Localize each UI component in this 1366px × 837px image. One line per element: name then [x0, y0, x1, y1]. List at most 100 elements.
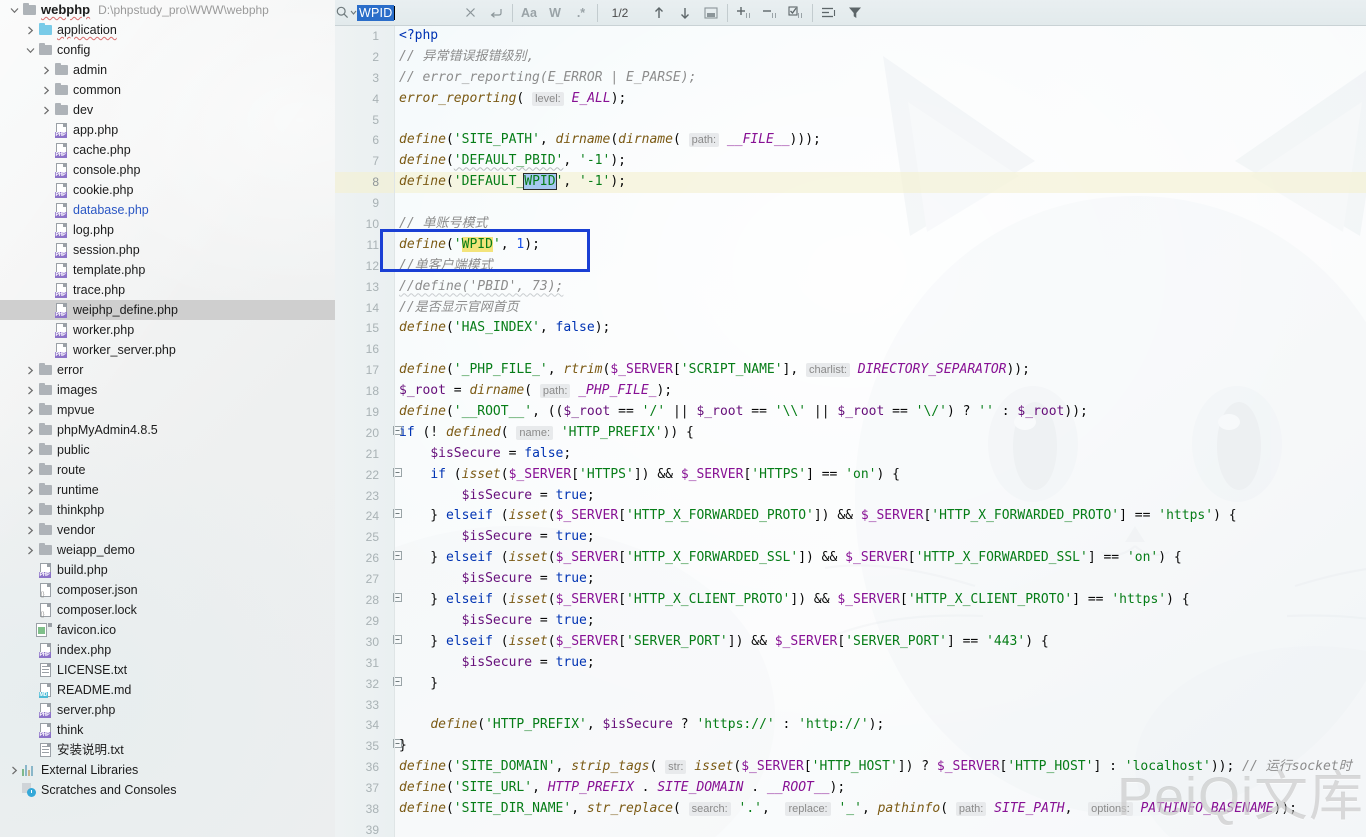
line-number[interactable]: 34 — [335, 715, 379, 736]
code-line[interactable]: 29 $isSecure = true; — [335, 611, 1366, 632]
chevron-down-icon[interactable] — [24, 40, 36, 60]
tree-file-item[interactable]: External Libraries — [0, 760, 335, 780]
tree-file-item[interactable]: {} composer.json — [0, 580, 335, 600]
code-line[interactable]: 5 — [335, 110, 1366, 131]
line-number[interactable]: 22 — [335, 465, 379, 486]
code-line[interactable]: 1 <?php — [335, 26, 1366, 47]
new-line-icon[interactable] — [816, 0, 842, 25]
line-number[interactable]: 4 — [335, 89, 379, 110]
code-line[interactable]: 16 — [335, 339, 1366, 360]
tree-file-item[interactable]: Scratches and Consoles — [0, 780, 335, 800]
tree-file-item[interactable]: {} composer.lock — [0, 600, 335, 620]
line-number[interactable]: 24 — [335, 506, 379, 527]
line-number[interactable]: 10 — [335, 214, 379, 235]
line-number[interactable]: 26 — [335, 548, 379, 569]
tree-folder-item[interactable]: webphp D:\phpstudy_pro\WWW\webphp — [0, 0, 335, 20]
line-number[interactable]: 19 — [335, 402, 379, 423]
tree-file-item[interactable]: PHP console.php — [0, 160, 335, 180]
code-line[interactable]: 14 //是否显示官网首页 — [335, 298, 1366, 319]
line-number[interactable]: 39 — [335, 820, 379, 837]
chevron-right-icon[interactable] — [24, 520, 36, 540]
chevron-right-icon[interactable] — [40, 80, 52, 100]
line-number[interactable]: 6 — [335, 130, 379, 151]
chevron-down-icon[interactable] — [8, 0, 20, 20]
search-icon[interactable] — [335, 6, 357, 19]
line-number[interactable]: 20 — [335, 423, 379, 444]
code-line[interactable]: 32 } — [335, 674, 1366, 695]
code-line[interactable]: 34 define('HTTP_PREFIX', $isSecure ? 'ht… — [335, 715, 1366, 736]
code-line[interactable]: 8 define('DEFAULT_WPID', '-1'); — [335, 172, 1366, 194]
line-number[interactable]: 8 — [335, 172, 379, 193]
line-number[interactable]: 17 — [335, 360, 379, 381]
code-line[interactable]: 7 define('DEFAULT_PBID', '-1'); — [335, 151, 1366, 172]
tree-file-item[interactable]: PHP index.php — [0, 640, 335, 660]
code-line[interactable]: 22 if (isset($_SERVER['HTTPS']) && $_SER… — [335, 465, 1366, 486]
code-line[interactable]: 10 // 单账号模式 — [335, 214, 1366, 235]
tree-file-item[interactable]: PHP build.php — [0, 560, 335, 580]
code-line[interactable]: 11 define('WPID', 1); — [335, 235, 1366, 256]
whole-words-toggle[interactable]: W — [542, 0, 568, 25]
line-number[interactable]: 18 — [335, 381, 379, 402]
tree-folder-item[interactable]: admin — [0, 60, 335, 80]
chevron-right-icon[interactable] — [24, 500, 36, 520]
tree-file-item[interactable]: PHP trace.php — [0, 280, 335, 300]
tree-folder-item[interactable]: weiapp_demo — [0, 540, 335, 560]
line-number[interactable]: 37 — [335, 778, 379, 799]
line-number[interactable]: 7 — [335, 151, 379, 172]
regex-toggle[interactable]: .* — [568, 0, 594, 25]
select-lines-icon[interactable] — [783, 0, 809, 25]
code-line[interactable]: 12 //单客户端模式 — [335, 256, 1366, 277]
code-line[interactable]: 20 if (! defined( name: 'HTTP_PREFIX')) { — [335, 423, 1366, 444]
tree-folder-item[interactable]: config — [0, 40, 335, 60]
code-line[interactable]: 6 define('SITE_PATH', dirname(dirname( pa… — [335, 130, 1366, 151]
code-line[interactable]: 27 $isSecure = true; — [335, 569, 1366, 590]
code-line[interactable]: 23 $isSecure = true; — [335, 486, 1366, 507]
code-line[interactable]: 30 } elseif (isset($_SERVER['SERVER_PORT… — [335, 632, 1366, 653]
code-line[interactable]: 2 // 异常错误报错级别, — [335, 47, 1366, 68]
arrow-up-icon[interactable] — [646, 0, 672, 25]
tree-file-item[interactable]: PHP template.php — [0, 260, 335, 280]
tree-file-item[interactable]: PHP weiphp_define.php — [0, 300, 335, 320]
code-line[interactable]: 31 $isSecure = true; — [335, 653, 1366, 674]
code-line[interactable]: 35} — [335, 736, 1366, 757]
enter-arrow-icon[interactable] — [483, 0, 509, 25]
chevron-right-icon[interactable] — [24, 20, 36, 40]
line-number[interactable]: 2 — [335, 47, 379, 68]
search-input[interactable]: WPID — [357, 0, 457, 25]
code-lines[interactable]: 1 <?php 2 // 异常错误报错级别, 3 // error_reporting(E… — [335, 26, 1366, 837]
tree-file-item[interactable]: PHP cache.php — [0, 140, 335, 160]
arrow-down-icon[interactable] — [672, 0, 698, 25]
code-line[interactable]: 17 define('_PHP_FILE_', rtrim($_SERVER['S… — [335, 360, 1366, 381]
line-number[interactable]: 25 — [335, 527, 379, 548]
chevron-right-icon[interactable] — [24, 540, 36, 560]
tree-folder-item[interactable]: route — [0, 460, 335, 480]
line-number[interactable]: 35 — [335, 736, 379, 757]
code-line[interactable]: 21 $isSecure = false; — [335, 444, 1366, 465]
code-line[interactable]: 24 } elseif (isset($_SERVER['HTTP_X_FORW… — [335, 506, 1366, 527]
tree-folder-item[interactable]: runtime — [0, 480, 335, 500]
remove-line-icon[interactable] — [757, 0, 783, 25]
tree-file-item[interactable]: PHP log.php — [0, 220, 335, 240]
code-line[interactable]: 26 } elseif (isset($_SERVER['HTTP_X_FORW… — [335, 548, 1366, 569]
code-line[interactable]: 15 define('HAS_INDEX', false); — [335, 318, 1366, 339]
line-number[interactable]: 33 — [335, 695, 379, 716]
code-line[interactable]: 18 $_root = dirname( path: _PHP_FILE_); — [335, 381, 1366, 402]
line-number[interactable]: 29 — [335, 611, 379, 632]
tree-file-item[interactable]: PHP database.php — [0, 200, 335, 220]
add-line-icon[interactable] — [731, 0, 757, 25]
line-number[interactable]: 27 — [335, 569, 379, 590]
code-line[interactable]: 28 } elseif (isset($_SERVER['HTTP_X_CLIE… — [335, 590, 1366, 611]
chevron-right-icon[interactable] — [40, 60, 52, 80]
chevron-right-icon[interactable] — [24, 440, 36, 460]
chevron-right-icon[interactable] — [8, 760, 20, 780]
tree-file-item[interactable]: MD README.md — [0, 680, 335, 700]
tree-file-item[interactable]: PHP session.php — [0, 240, 335, 260]
line-number[interactable]: 16 — [335, 339, 379, 360]
code-line[interactable]: 13 //define('PBID', 73); — [335, 277, 1366, 298]
tree-folder-item[interactable]: public — [0, 440, 335, 460]
tree-file-item[interactable]: PHP worker_server.php — [0, 340, 335, 360]
line-number[interactable]: 5 — [335, 110, 379, 131]
code-line[interactable]: 3 // error_reporting(E_ERROR | E_PARSE); — [335, 68, 1366, 89]
select-all-occurrences-icon[interactable] — [698, 0, 724, 25]
chevron-right-icon[interactable] — [24, 420, 36, 440]
